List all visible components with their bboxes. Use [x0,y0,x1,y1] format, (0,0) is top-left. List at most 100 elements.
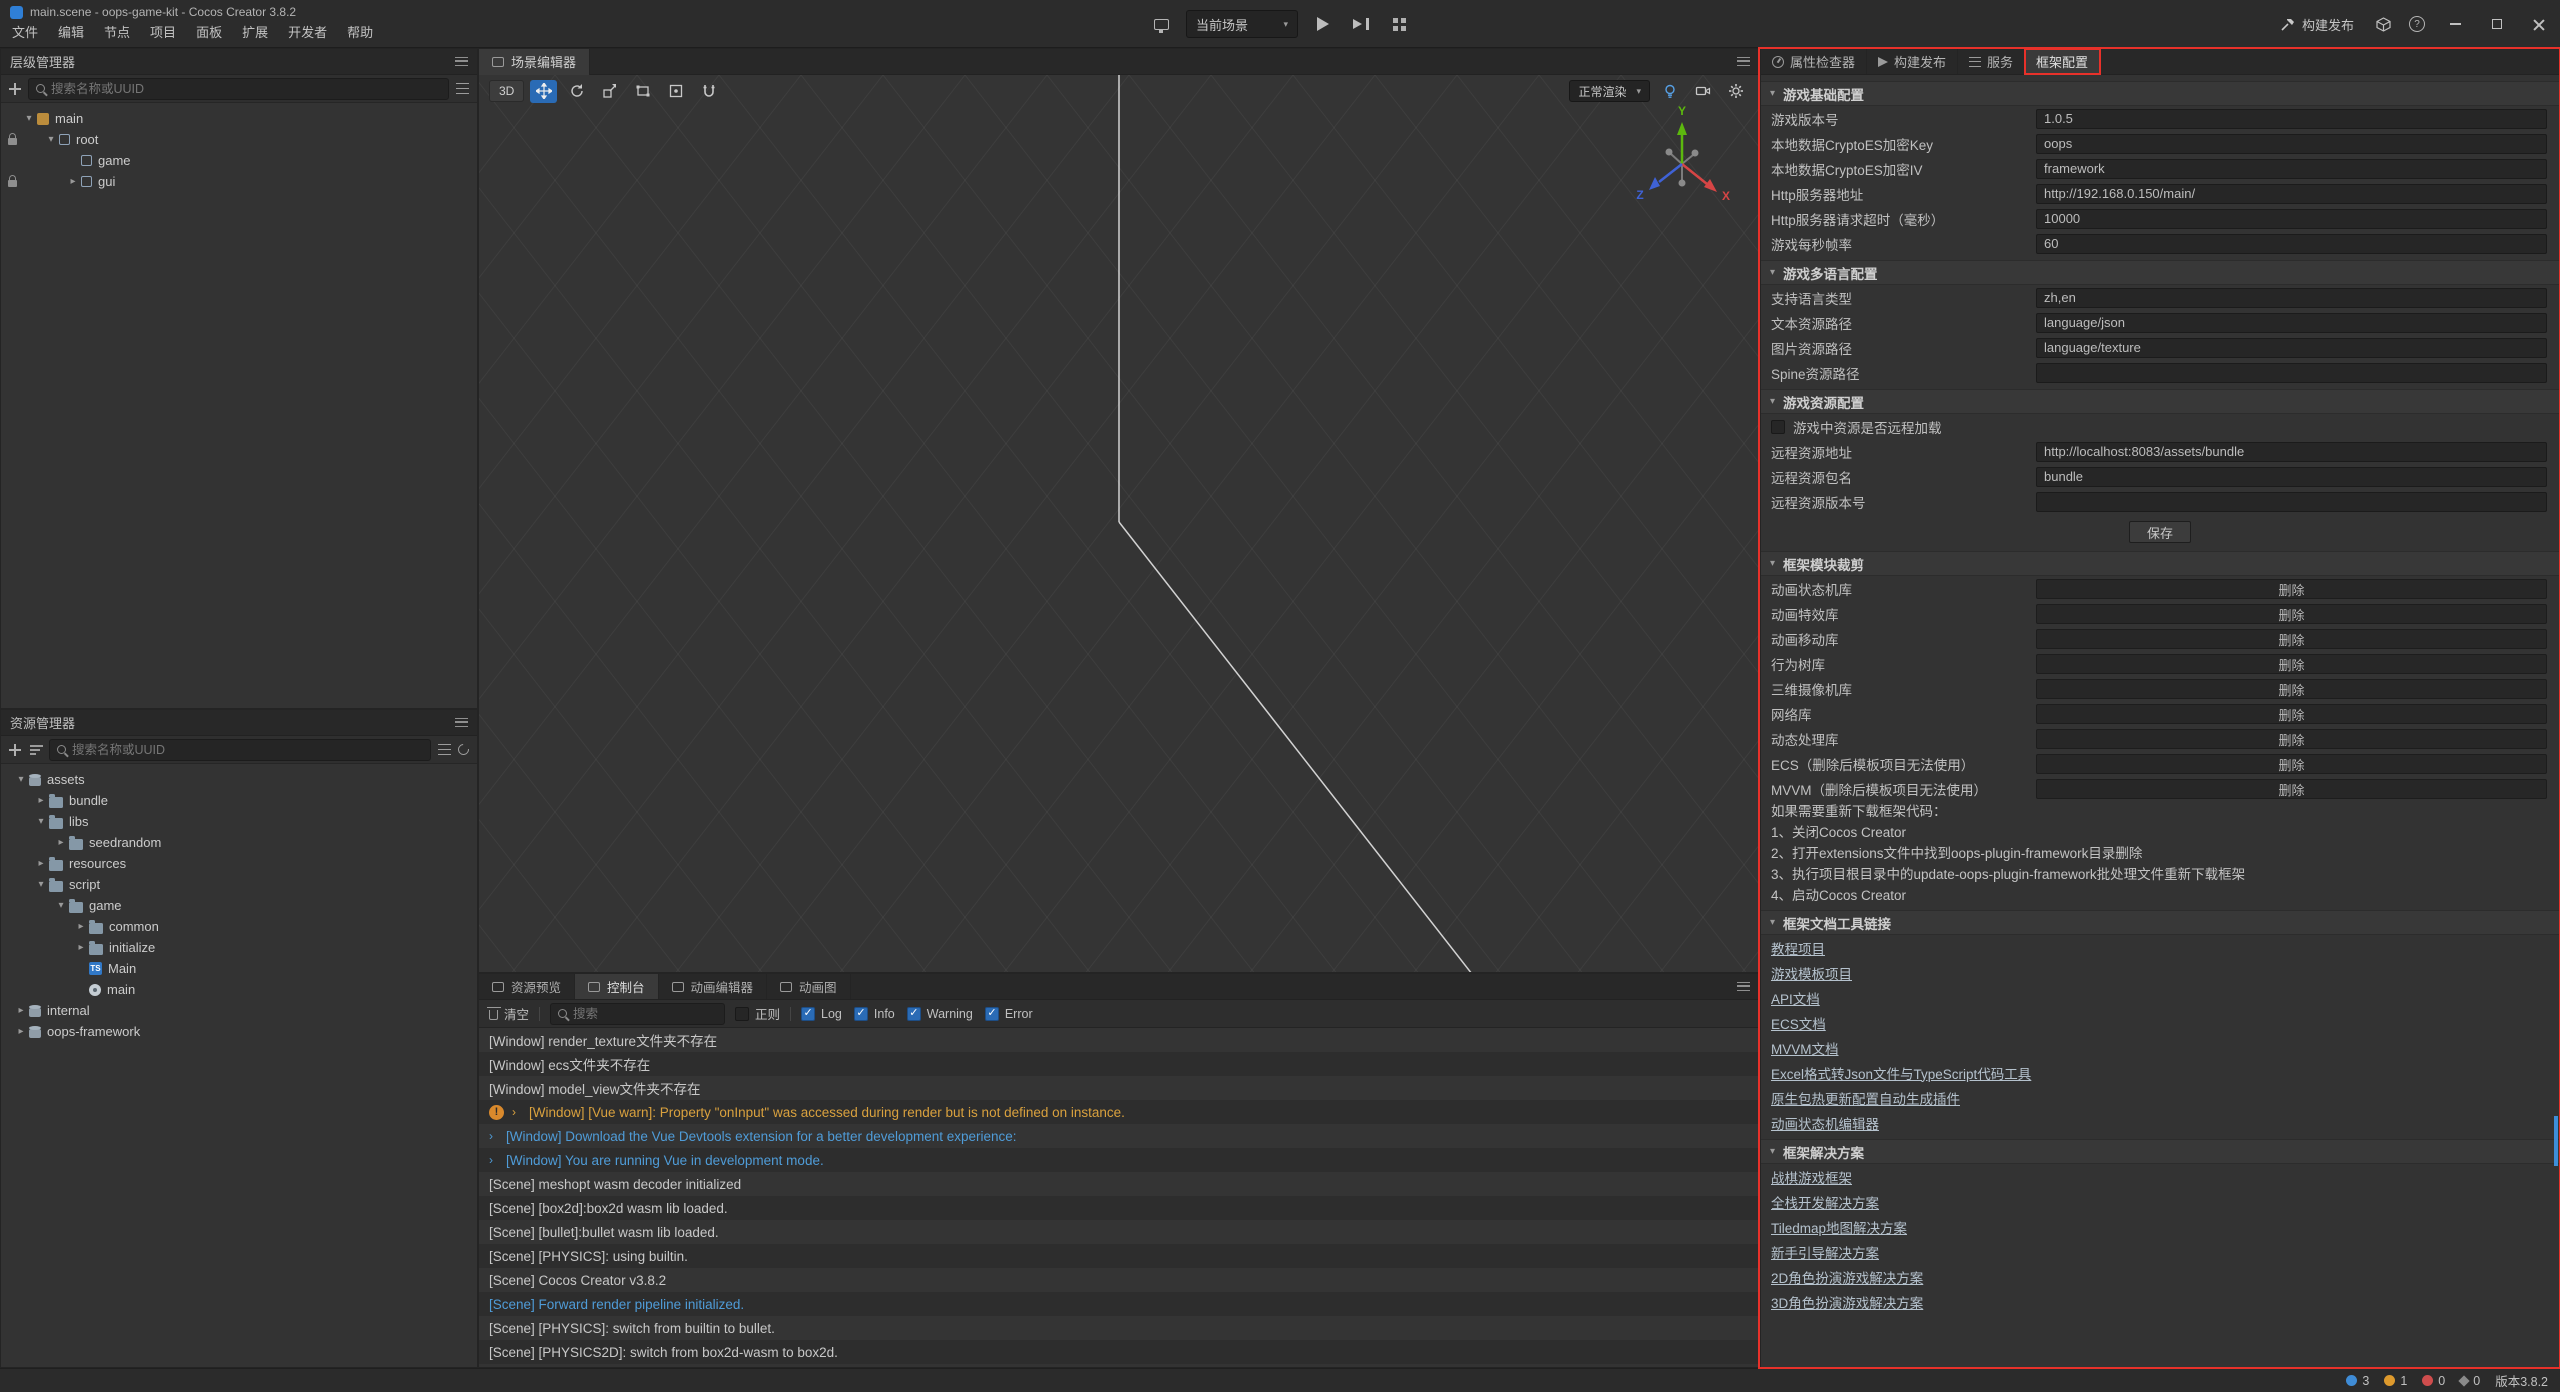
doc-link[interactable]: Tiledmap地图解决方案 [1771,1217,1907,1237]
move-tool-button[interactable] [530,80,557,103]
property-input[interactable] [2036,442,2547,462]
scene-select[interactable]: 当前场景 ▾ [1186,10,1298,38]
delete-button[interactable]: 删除 [2036,654,2547,674]
menu-item-编辑[interactable]: 编辑 [48,20,94,43]
section-header[interactable]: ▾游戏基础配置 [1761,81,2559,106]
expander-icon[interactable]: ▾ [33,880,49,890]
doc-link[interactable]: 原生包热更新配置自动生成插件 [1771,1088,1960,1108]
menu-item-面板[interactable]: 面板 [186,20,232,43]
tree-row-bundle[interactable]: ▸bundle [1,790,477,811]
property-input[interactable] [2036,288,2547,308]
console-search[interactable] [550,1003,725,1025]
assets-search[interactable] [49,739,431,761]
filter-icon[interactable] [438,744,451,755]
doc-link[interactable]: API文档 [1771,988,1820,1008]
doc-link[interactable]: 动画状态机编辑器 [1771,1113,1879,1133]
doc-link[interactable]: MVVM文档 [1771,1038,1839,1058]
scrollbar-thumb[interactable] [2554,1116,2558,1166]
hierarchy-search-input[interactable] [51,82,441,96]
tree-row-libs[interactable]: ▾libs [1,811,477,832]
clear-console-button[interactable]: 清空 [489,1004,529,1023]
tree-row-game[interactable]: game [1,150,477,171]
expander-icon[interactable]: ▾ [21,114,37,124]
3d-2d-toggle-button[interactable]: 3D [489,80,524,102]
console-log-row[interactable]: [Scene] [PHYSICS2D]: switch from box2d-w… [479,1340,1759,1364]
console-tab-控制台[interactable]: 控制台 [575,974,659,999]
expander-icon[interactable]: ▸ [73,922,89,932]
property-input[interactable] [2036,134,2547,154]
doc-link[interactable]: 2D角色扮演游戏解决方案 [1771,1267,1923,1287]
expand-chevron-icon[interactable]: › [489,1129,498,1143]
console-log-row[interactable]: ›[Window] [Vue warn]: Property "onInput"… [479,1100,1759,1124]
expand-chevron-icon[interactable]: › [512,1105,521,1119]
expander-icon[interactable]: ▸ [53,838,69,848]
step-button[interactable] [1348,9,1374,39]
tree-row-Main[interactable]: Main [1,958,477,979]
preview-layout-button[interactable] [1386,9,1412,39]
console-tab-动画编辑器[interactable]: 动画编辑器 [659,974,768,999]
sort-icon[interactable] [30,749,40,751]
tree-row-root[interactable]: ▾root [1,129,477,150]
close-button[interactable] [2518,0,2560,48]
console-log-row[interactable]: [Scene] [PHYSICS]: using builtin. [479,1244,1759,1268]
tab-scene-editor[interactable]: 场景编辑器 [479,49,590,75]
property-input[interactable] [2036,492,2547,512]
preview-platform-button[interactable] [1148,9,1174,39]
tree-row-common[interactable]: ▸common [1,916,477,937]
play-button[interactable] [1310,9,1336,39]
tree-row-main[interactable]: ▾main [1,108,477,129]
inspector-tab-服务[interactable]: 服务 [1958,49,2025,74]
scene-light-toggle-button[interactable] [1656,80,1683,103]
console-log-row[interactable]: [Scene] [bullet]:bullet wasm lib loaded. [479,1220,1759,1244]
help-button[interactable] [2400,0,2434,48]
info-count-badge[interactable]: 3 [2346,1374,2369,1388]
checkbox-icon[interactable] [985,1007,999,1021]
panel-menu-icon[interactable] [1737,982,1750,991]
doc-link[interactable]: 新手引导解决方案 [1771,1242,1879,1262]
section-header[interactable]: ▾游戏资源配置 [1761,389,2559,414]
tree-row-main[interactable]: main [1,979,477,1000]
console-log-row[interactable]: ›[Window] Download the Vue Devtools exte… [479,1124,1759,1148]
render-mode-select[interactable]: 正常渲染 ▾ [1569,80,1650,102]
rotate-tool-button[interactable] [563,80,590,103]
menu-item-开发者[interactable]: 开发者 [278,20,337,43]
tree-row-initialize[interactable]: ▸initialize [1,937,477,958]
save-button[interactable]: 保存 [2129,521,2191,543]
panel-menu-icon[interactable] [455,718,468,727]
console-log-row[interactable]: [Window] model_view文件夹不存在 [479,1076,1759,1100]
expander-icon[interactable]: ▸ [65,177,81,187]
regex-checkbox[interactable] [735,1007,749,1021]
scene-settings-button[interactable] [1722,80,1749,103]
console-filter-Warning[interactable]: Warning [907,1007,973,1021]
console-filter-Info[interactable]: Info [854,1007,895,1021]
property-input[interactable] [2036,234,2547,254]
expander-icon[interactable]: ▸ [13,1006,29,1016]
inspector-tab-框架配置[interactable]: 框架配置 [2025,49,2100,74]
tree-row-game[interactable]: ▾game [1,895,477,916]
section-header[interactable]: ▾框架解决方案 [1761,1139,2559,1164]
task-count-badge[interactable]: 0 [2460,1374,2480,1388]
remote-load-checkbox[interactable] [1771,420,1785,434]
property-input[interactable] [2036,109,2547,129]
section-header[interactable]: ▾游戏多语言配置 [1761,260,2559,285]
rect-tool-button[interactable] [629,80,656,103]
section-header[interactable]: ▾框架模块裁剪 [1761,551,2559,576]
menu-item-节点[interactable]: 节点 [94,20,140,43]
console-log-row[interactable]: [Scene] Forward render pipeline initiali… [479,1292,1759,1316]
checkbox-icon[interactable] [854,1007,868,1021]
snap-tool-button[interactable] [695,80,722,103]
panel-menu-icon[interactable] [1737,57,1750,66]
checkbox-icon[interactable] [801,1007,815,1021]
inspector-tab-属性检查器[interactable]: 属性检查器 [1761,49,1867,74]
doc-link[interactable]: 3D角色扮演游戏解决方案 [1771,1292,1923,1312]
package-button[interactable] [2366,0,2400,48]
doc-link[interactable]: Excel格式转Json文件与TypeScript代码工具 [1771,1063,2031,1083]
expander-icon[interactable]: ▸ [13,1027,29,1037]
section-header[interactable]: ▾框架文档工具链接 [1761,910,2559,935]
property-input[interactable] [2036,338,2547,358]
console-filter-Log[interactable]: Log [801,1007,842,1021]
console-log-row[interactable]: [Window] render_texture文件夹不存在 [479,1028,1759,1052]
add-node-button[interactable] [9,83,21,95]
delete-button[interactable]: 删除 [2036,754,2547,774]
axis-gizmo[interactable]: Y X Z [1618,101,1748,231]
